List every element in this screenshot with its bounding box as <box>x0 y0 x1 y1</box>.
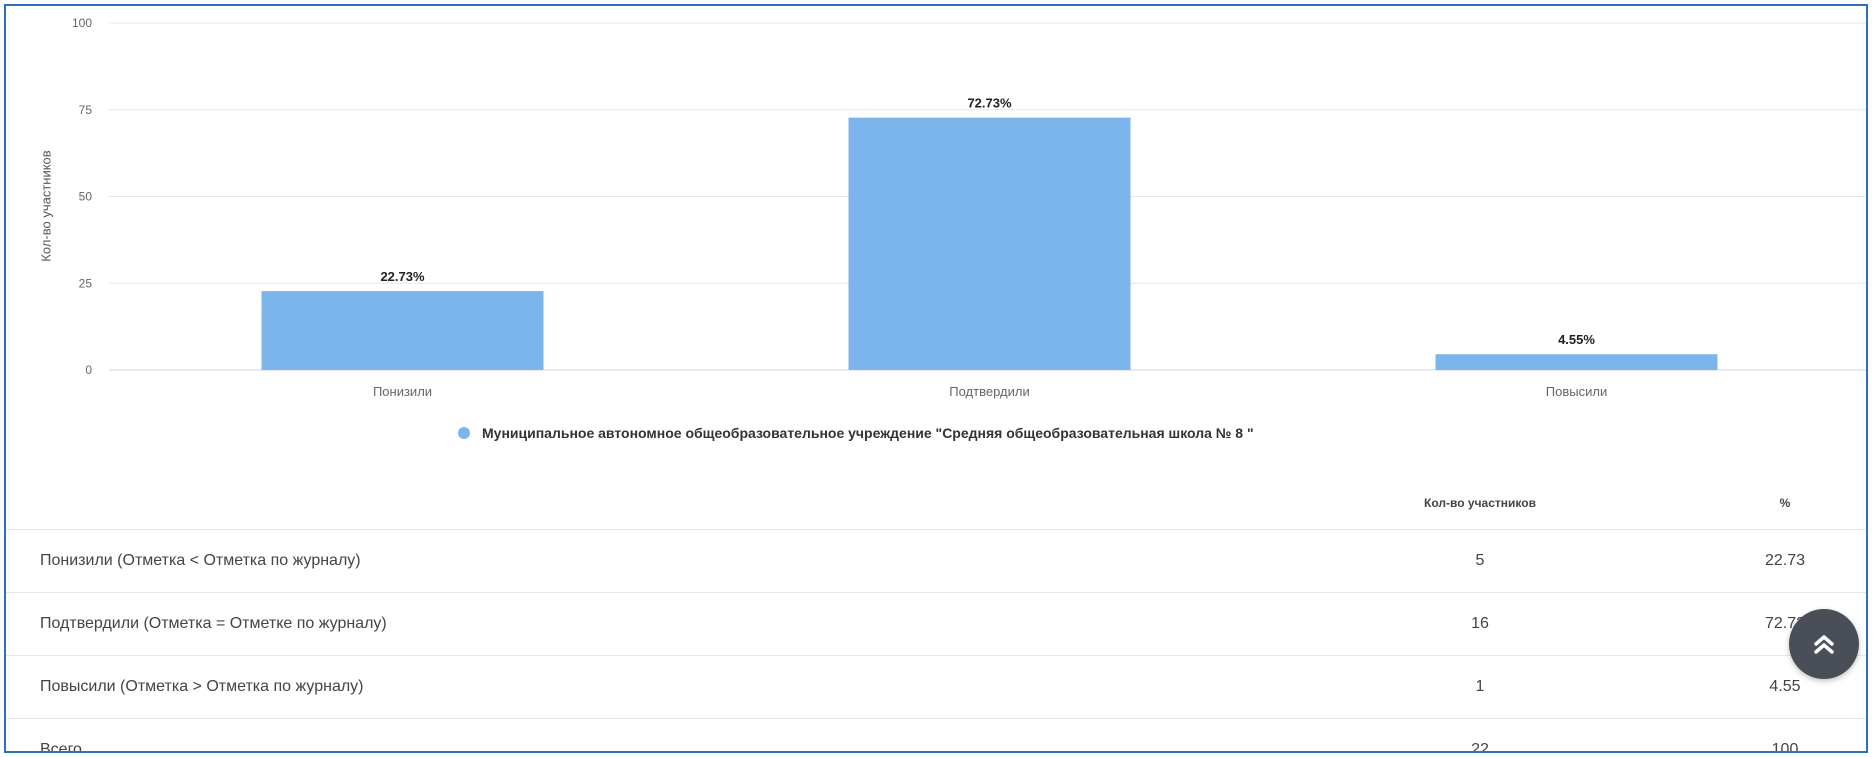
row-percent: 22.73 <box>1700 529 1866 593</box>
table-row: Подтвердили (Отметка = Отметке по журнал… <box>6 592 1866 656</box>
legend-marker <box>458 427 470 439</box>
table-header-row: Кол-во участников % <box>6 477 1866 530</box>
row-count: 16 <box>1330 592 1630 656</box>
header-count: Кол-во участников <box>1424 496 1536 510</box>
bar <box>1435 354 1718 370</box>
row-label: Всего <box>6 718 1330 751</box>
results-table: Кол-во участников % Понизили (Отметка < … <box>6 477 1866 751</box>
row-count: 1 <box>1330 655 1630 719</box>
bar <box>848 117 1131 371</box>
x-tick-label: Понизили <box>373 384 432 399</box>
table-row: Понизили (Отметка < Отметка по журналу) … <box>6 529 1866 593</box>
data-label: 72.73% <box>967 96 1012 111</box>
table-row: Повысили (Отметка > Отметка по журналу) … <box>6 655 1866 719</box>
header-label <box>6 477 1330 530</box>
y-tick-label: 100 <box>72 16 92 30</box>
row-percent: 100 <box>1700 718 1866 751</box>
row-count: 22 <box>1330 718 1630 751</box>
data-label: 4.55% <box>1558 332 1595 347</box>
row-label: Повысили (Отметка > Отметка по журналу) <box>6 655 1330 719</box>
row-count: 5 <box>1330 529 1630 593</box>
bar-chart: 0 25 50 75 100 22.73% Понизили 72.73% Подтвердил… <box>72 16 1866 399</box>
row-label: Понизили (Отметка < Отметка по журналу) <box>6 529 1330 593</box>
legend-label: Муниципальное автономное общеобразовател… <box>482 425 1254 441</box>
bar <box>261 291 544 370</box>
row-label: Подтвердили (Отметка = Отметке по журнал… <box>6 592 1330 656</box>
chart-legend[interactable]: Муниципальное автономное общеобразовател… <box>458 425 1254 441</box>
table-row-total: Всего 22 100 <box>6 718 1866 751</box>
y-tick-label: 25 <box>79 276 93 290</box>
header-percent: % <box>1779 496 1791 510</box>
x-tick-label: Повысили <box>1546 384 1607 399</box>
chart-container: 0 25 50 75 100 22.73% Понизили 72.73% Подтвердил… <box>4 4 1868 753</box>
scroll-to-top-button[interactable] <box>1789 609 1859 679</box>
double-chevron-up-icon <box>1814 635 1834 654</box>
y-tick-label: 75 <box>79 103 93 117</box>
x-tick-label: Подтвердили <box>949 384 1029 399</box>
y-tick-label: 50 <box>79 190 93 204</box>
data-label: 22.73% <box>380 269 425 284</box>
y-tick-label: 0 <box>85 363 92 377</box>
